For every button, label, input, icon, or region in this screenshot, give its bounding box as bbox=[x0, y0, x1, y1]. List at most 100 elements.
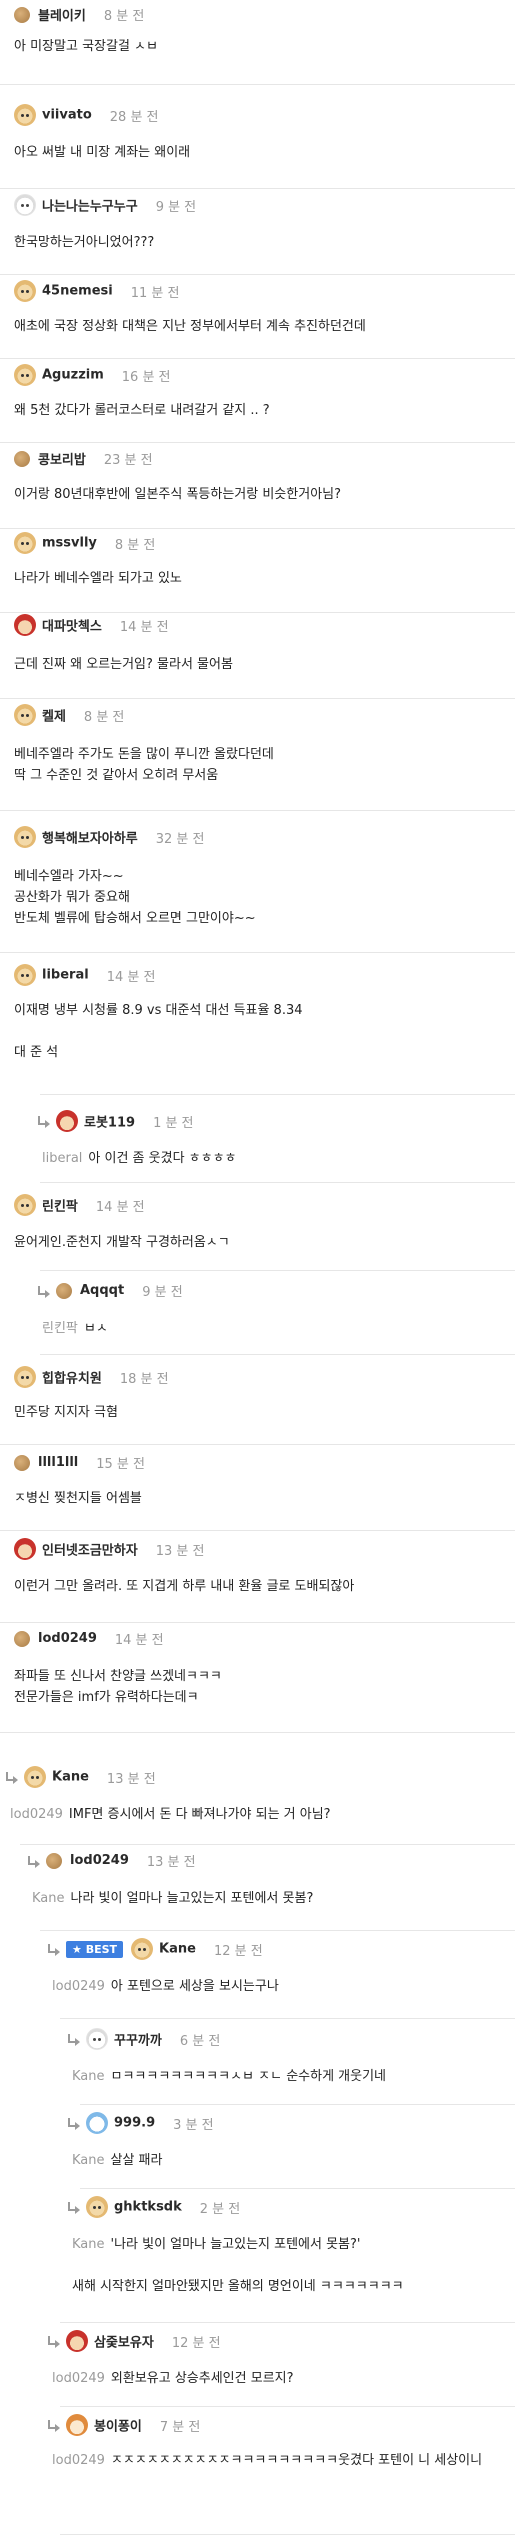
comment-divider bbox=[40, 1182, 515, 1183]
comment-header: ★ BEST Kane 12 분 전 bbox=[46, 1938, 263, 1966]
reply-mention[interactable]: lod0249 bbox=[52, 1979, 105, 1994]
comment-text: 이런거 그만 올려라. 또 지겹게 하루 내내 환율 글로 도배되잖아 bbox=[14, 1579, 355, 1594]
avatar[interactable] bbox=[86, 2196, 108, 2218]
avatar[interactable] bbox=[86, 2112, 108, 2134]
comment-header: viivato 28 분 전 bbox=[14, 104, 159, 132]
comment-body: lod0249 외환보유고 상승추세인건 모르지? bbox=[52, 2368, 515, 2389]
reply-arrow-icon bbox=[46, 2420, 60, 2432]
comment-text: '나라 빛이 얼마나 늘고있는지 포텐에서 못봄?' 새해 시작한지 얼마안됐지… bbox=[72, 2237, 404, 2294]
author-nickname[interactable]: 인터넷조금만하자 bbox=[42, 1544, 138, 1559]
reply-mention[interactable]: 린킨팍 bbox=[42, 1321, 78, 1336]
comment-body: 왜 5천 갔다가 롤러코스터로 내려갈거 같지 .. ? bbox=[14, 400, 515, 421]
reply-mention[interactable]: Kane bbox=[72, 2153, 105, 2168]
author-nickname[interactable]: mssvlly bbox=[42, 536, 97, 551]
reply-mention[interactable]: Kane bbox=[32, 1891, 65, 1906]
avatar[interactable] bbox=[14, 614, 36, 636]
reply-mention[interactable]: Kane bbox=[72, 2069, 105, 2084]
reply-mention[interactable]: liberal bbox=[42, 1151, 82, 1166]
avatar[interactable] bbox=[46, 1852, 62, 1869]
comment-text: 베네주엘라 주가도 돈을 많이 푸니깐 올랐다던데 딱 그 수준인 것 같아서 … bbox=[14, 747, 274, 783]
avatar[interactable] bbox=[14, 1630, 30, 1647]
author-nickname[interactable]: 45nemesi bbox=[42, 284, 113, 299]
timestamp: 13 분 전 bbox=[106, 1771, 156, 1787]
avatar[interactable] bbox=[66, 2414, 88, 2436]
comment-text: 아 포텐으로 세상을 보시는구나 bbox=[110, 1979, 279, 1994]
reply-mention[interactable]: lod0249 bbox=[52, 2453, 105, 2468]
reply-arrow-icon bbox=[4, 1772, 18, 1784]
reply-mention[interactable]: Kane bbox=[72, 2237, 105, 2252]
avatar[interactable] bbox=[56, 1110, 78, 1132]
author-nickname[interactable]: 나는나는누구누구 bbox=[42, 200, 138, 215]
avatar[interactable] bbox=[14, 1538, 36, 1560]
avatar[interactable] bbox=[14, 194, 36, 216]
avatar[interactable] bbox=[14, 964, 36, 986]
author-nickname[interactable]: Kane bbox=[52, 1770, 89, 1785]
comment-divider bbox=[80, 2104, 515, 2105]
author-nickname[interactable]: 린킨팍 bbox=[42, 1200, 78, 1215]
avatar[interactable] bbox=[14, 1366, 36, 1388]
author-nickname[interactable]: 로봇119 bbox=[84, 1116, 135, 1131]
comment: 켈제 8 분 전 베네주엘라 주가도 돈을 많이 푸니깐 올랐다던데 딱 그 수준인… bbox=[0, 704, 515, 811]
avatar[interactable] bbox=[14, 6, 30, 23]
reply-comment: ★ BEST Kane 12 분 전 lod0249 아 포텐으로 세상을 보시는구나 bbox=[0, 1938, 515, 2019]
timestamp: 18 분 전 bbox=[119, 1371, 169, 1387]
comment-text: IMF면 증시에서 돈 다 빠져나가야 되는 거 아님? bbox=[68, 1807, 331, 1822]
comment-divider bbox=[60, 2406, 515, 2407]
author-nickname[interactable]: Aqqqt bbox=[80, 1283, 124, 1298]
avatar[interactable] bbox=[14, 826, 36, 848]
author-nickname[interactable]: ghktksdk bbox=[114, 2200, 182, 2215]
avatar[interactable] bbox=[14, 450, 30, 467]
comment-header: 꾸꾸까까 6 분 전 bbox=[66, 2028, 220, 2056]
comment-header: 봉이퐁이 7 분 전 bbox=[46, 2414, 200, 2442]
avatar[interactable] bbox=[14, 280, 36, 302]
author-nickname[interactable]: 힙합유치원 bbox=[42, 1372, 102, 1387]
avatar[interactable] bbox=[86, 2028, 108, 2050]
author-nickname[interactable]: lod0249 bbox=[70, 1853, 129, 1868]
avatar[interactable] bbox=[24, 1766, 46, 1788]
author-nickname[interactable]: 999.9 bbox=[114, 2116, 155, 2131]
comment-body: Kane 나라 빛이 얼마나 늘고있는지 포텐에서 못봄? bbox=[32, 1888, 515, 1909]
reply-arrow-icon bbox=[26, 1855, 40, 1868]
avatar[interactable] bbox=[14, 104, 36, 126]
author-nickname[interactable]: 삼줒보유자 bbox=[94, 2336, 154, 2351]
author-nickname[interactable]: lod0249 bbox=[38, 1631, 97, 1646]
reply-mention[interactable]: lod0249 bbox=[10, 1807, 63, 1822]
author-nickname[interactable]: 블레이키 bbox=[38, 9, 86, 24]
timestamp: 8 분 전 bbox=[114, 537, 156, 553]
author-nickname[interactable]: Kane bbox=[159, 1942, 196, 1957]
author-nickname[interactable]: llll1lll bbox=[38, 1455, 78, 1470]
author-nickname[interactable]: 켈제 bbox=[42, 710, 66, 725]
comment-header: 삼줒보유자 12 분 전 bbox=[46, 2330, 221, 2358]
comment: 인터넷조금만하자 13 분 전이런거 그만 올려라. 또 지겹게 하루 내내 환율… bbox=[0, 1538, 515, 1623]
avatar[interactable] bbox=[131, 1938, 154, 1960]
avatar[interactable] bbox=[14, 704, 36, 726]
author-nickname[interactable]: viivato bbox=[42, 108, 92, 123]
timestamp: 2 분 전 bbox=[199, 2201, 241, 2217]
comment-header: 린킨팍 14 분 전 bbox=[14, 1194, 145, 1222]
comment-header: Aqqqt 9 분 전 bbox=[36, 1280, 183, 1308]
avatar[interactable] bbox=[14, 532, 36, 554]
comment-header: 인터넷조금만하자 13 분 전 bbox=[14, 1538, 204, 1566]
comment-body: 나라가 베네수엘라 되가고 있노 bbox=[14, 568, 515, 589]
timestamp: 15 분 전 bbox=[96, 1457, 145, 1472]
comment: 45nemesi 11 분 전 애초에 국장 정상화 대책은 지난 정부에서부터 계… bbox=[0, 280, 515, 359]
author-nickname[interactable]: 봉이퐁이 bbox=[94, 2420, 142, 2435]
author-nickname[interactable]: Aguzzim bbox=[42, 368, 104, 383]
comment-body: ㅈ병신 찢천지들 어셈블 bbox=[14, 1488, 515, 1509]
author-nickname[interactable]: 콩보리밥 bbox=[38, 453, 86, 468]
avatar[interactable] bbox=[14, 364, 36, 386]
avatar[interactable] bbox=[56, 1282, 72, 1299]
author-nickname[interactable]: 꾸꾸까까 bbox=[114, 2034, 162, 2049]
avatar[interactable] bbox=[14, 1194, 36, 1216]
avatar[interactable] bbox=[66, 2330, 88, 2352]
comment-text: 근데 진짜 왜 오르는거임? 물라서 물어봄 bbox=[14, 657, 233, 672]
reply-mention[interactable]: lod0249 bbox=[52, 2371, 105, 2386]
author-nickname[interactable]: 대파맛첵스 bbox=[42, 620, 102, 635]
author-nickname[interactable]: liberal bbox=[42, 968, 89, 983]
comment-divider bbox=[60, 2322, 515, 2323]
author-nickname[interactable]: 행복해보자아하루 bbox=[42, 832, 138, 847]
timestamp: 8 분 전 bbox=[103, 9, 145, 24]
comment-divider bbox=[0, 274, 515, 275]
avatar[interactable] bbox=[14, 1454, 30, 1471]
comment-header: 로봇119 1 분 전 bbox=[36, 1110, 194, 1138]
